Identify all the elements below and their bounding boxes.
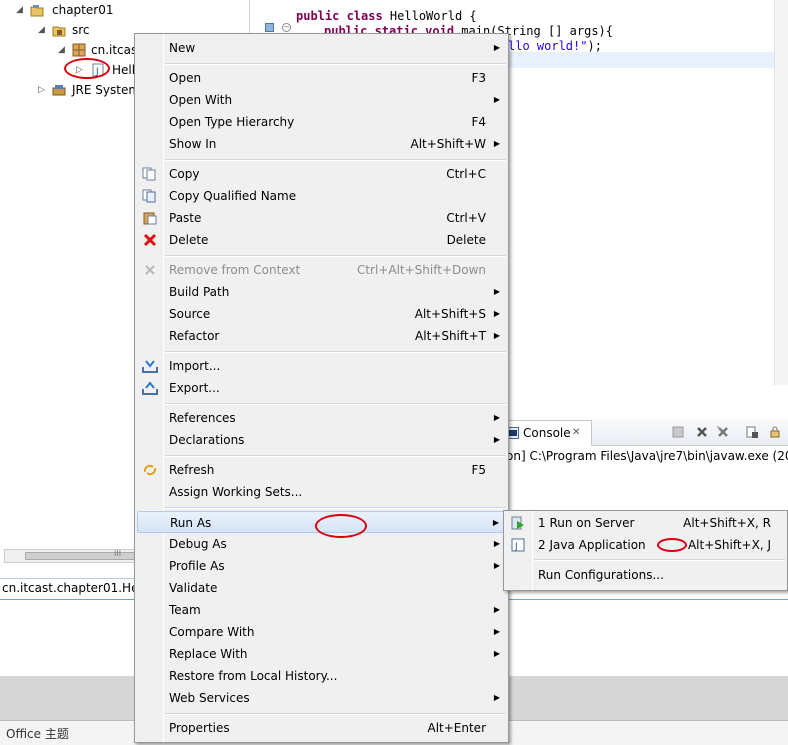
menu-separator: [165, 713, 506, 715]
menu-separator: [165, 455, 506, 457]
menu-separator: [165, 159, 506, 161]
submenu-arrow-icon: ▶: [493, 435, 500, 444]
refresh-icon: [143, 464, 157, 476]
submenu-arrow-icon: ▶: [493, 309, 500, 318]
annotation-ellipse: [315, 514, 367, 538]
java-application-icon: J: [511, 538, 525, 552]
project-icon: [30, 5, 44, 17]
menu-item-debug-as[interactable]: Debug As ▶: [137, 533, 506, 555]
submenu-arrow-icon: ▶: [493, 331, 500, 340]
close-tab-icon[interactable]: ✕: [572, 421, 580, 445]
submenu-arrow-icon: ▶: [493, 561, 500, 570]
submenu-arrow-icon: ▶: [493, 539, 500, 548]
menu-item-source[interactable]: Source Alt+Shift+S ▶: [137, 303, 506, 325]
menu-item-web-services[interactable]: Web Services ▶: [137, 687, 506, 709]
menu-item-open-type-hierarchy[interactable]: Open Type Hierarchy F4: [137, 111, 506, 133]
menu-item-show-in[interactable]: Show In Alt+Shift+W ▶: [137, 133, 506, 155]
menu-separator: [165, 255, 506, 257]
import-icon: [142, 360, 158, 373]
submenu-arrow-icon: ▶: [493, 139, 500, 148]
annotation-ellipse: [657, 538, 687, 552]
annotation-ellipse: [64, 58, 110, 79]
submenu-arrow-icon: ▶: [493, 413, 500, 422]
console-output-header: on] C:\Program Files\Java\jre7\bin\javaw…: [506, 449, 788, 463]
run-as-submenu: 1 Run on Server Alt+Shift+X, R J 2 Java A…: [503, 510, 788, 591]
menu-item-new[interactable]: New ▶: [137, 37, 506, 59]
menu-item-refactor[interactable]: Refactor Alt+Shift+T ▶: [137, 325, 506, 347]
menu-item-team[interactable]: Team ▶: [137, 599, 506, 621]
menu-item-open[interactable]: Open F3: [137, 67, 506, 89]
menu-item-delete[interactable]: Delete Delete: [137, 229, 506, 251]
tab-console[interactable]: Console ✕: [500, 420, 592, 446]
menu-item-replace-with[interactable]: Replace With ▶: [137, 643, 506, 665]
expand-arrow-icon[interactable]: ◢: [58, 41, 65, 59]
menu-item-references[interactable]: References ▶: [137, 407, 506, 429]
submenu-arrow-icon: ▶: [493, 627, 500, 636]
menu-item-assign-working-sets[interactable]: Assign Working Sets...: [137, 481, 506, 503]
expand-arrow-icon[interactable]: ◢: [38, 21, 45, 39]
copy-icon: [142, 167, 156, 181]
collapsed-arrow-icon[interactable]: ▷: [38, 81, 45, 99]
submenu-arrow-icon: ▶: [493, 287, 500, 296]
submenu-item-run-configurations[interactable]: Run Configurations...: [506, 564, 785, 586]
svg-text:J: J: [514, 542, 518, 552]
expand-arrow-icon[interactable]: ◢: [16, 1, 23, 19]
menu-item-open-with[interactable]: Open With ▶: [137, 89, 506, 111]
remove-all-icon[interactable]: [717, 426, 729, 438]
package-icon: [72, 43, 86, 57]
menu-item-import[interactable]: Import...: [137, 355, 506, 377]
menu-item-export[interactable]: Export...: [137, 377, 506, 399]
submenu-item-run-on-server[interactable]: 1 Run on Server Alt+Shift+X, R: [506, 512, 785, 534]
code-line-1: public class HelloWorld {: [296, 9, 477, 23]
submenu-arrow-icon: ▶: [493, 649, 500, 658]
export-icon: [142, 381, 158, 395]
terminate-icon[interactable]: [672, 426, 684, 438]
menu-separator: [534, 559, 785, 561]
submenu-arrow-icon: ▶: [493, 43, 500, 52]
remove-launch-icon[interactable]: [696, 426, 708, 438]
submenu-arrow-icon: ▶: [493, 693, 500, 702]
menu-item-profile-as[interactable]: Profile As ▶: [137, 555, 506, 577]
breakpoint-marker-icon[interactable]: [265, 23, 274, 32]
submenu-arrow-icon: ▶: [493, 605, 500, 614]
library-icon: [52, 85, 66, 96]
menu-item-copy[interactable]: Copy Ctrl+C: [137, 163, 506, 185]
menu-item-build-path[interactable]: Build Path ▶: [137, 281, 506, 303]
menu-separator: [165, 63, 506, 65]
menu-separator: [165, 507, 506, 509]
copy-qualified-icon: [142, 189, 156, 203]
menu-item-declarations[interactable]: Declarations ▶: [137, 429, 506, 451]
pin-icon[interactable]: [769, 426, 781, 438]
menu-item-copy-qualified-name[interactable]: Copy Qualified Name: [137, 185, 506, 207]
submenu-arrow-icon: ▶: [493, 95, 500, 104]
menu-item-paste[interactable]: Paste Ctrl+V: [137, 207, 506, 229]
remove-context-icon: [145, 265, 155, 275]
submenu-arrow-icon: ▶: [492, 518, 499, 527]
menu-item-validate[interactable]: Validate: [137, 577, 506, 599]
run-on-server-icon: [511, 516, 524, 530]
fold-collapse-icon[interactable]: −: [282, 23, 291, 32]
menu-separator: [165, 403, 506, 405]
console-tab-bar: Console ✕: [500, 418, 788, 446]
menu-item-compare-with[interactable]: Compare With ▶: [137, 621, 506, 643]
submenu-item-java-application[interactable]: J 2 Java Application Alt+Shift+X, J: [506, 534, 785, 556]
menu-separator: [165, 351, 506, 353]
source-folder-icon: [52, 26, 66, 37]
menu-item-refresh[interactable]: Refresh F5: [137, 459, 506, 481]
editor-vertical-scrollbar[interactable]: [774, 0, 788, 385]
context-menu: New ▶ Open F3 Open With ▶ Open Type Hierarc…: [134, 33, 509, 743]
delete-icon: [143, 233, 157, 247]
menu-item-properties[interactable]: Properties Alt+Enter: [137, 717, 506, 739]
menu-item-remove-from-context: Remove from Context Ctrl+Alt+Shift+Down: [137, 259, 506, 281]
scroll-lock-icon[interactable]: [746, 426, 758, 438]
menu-item-restore-local-history[interactable]: Restore from Local History...: [137, 665, 506, 687]
code-line-3: llo world!");: [508, 39, 602, 53]
paste-icon: [143, 212, 157, 225]
